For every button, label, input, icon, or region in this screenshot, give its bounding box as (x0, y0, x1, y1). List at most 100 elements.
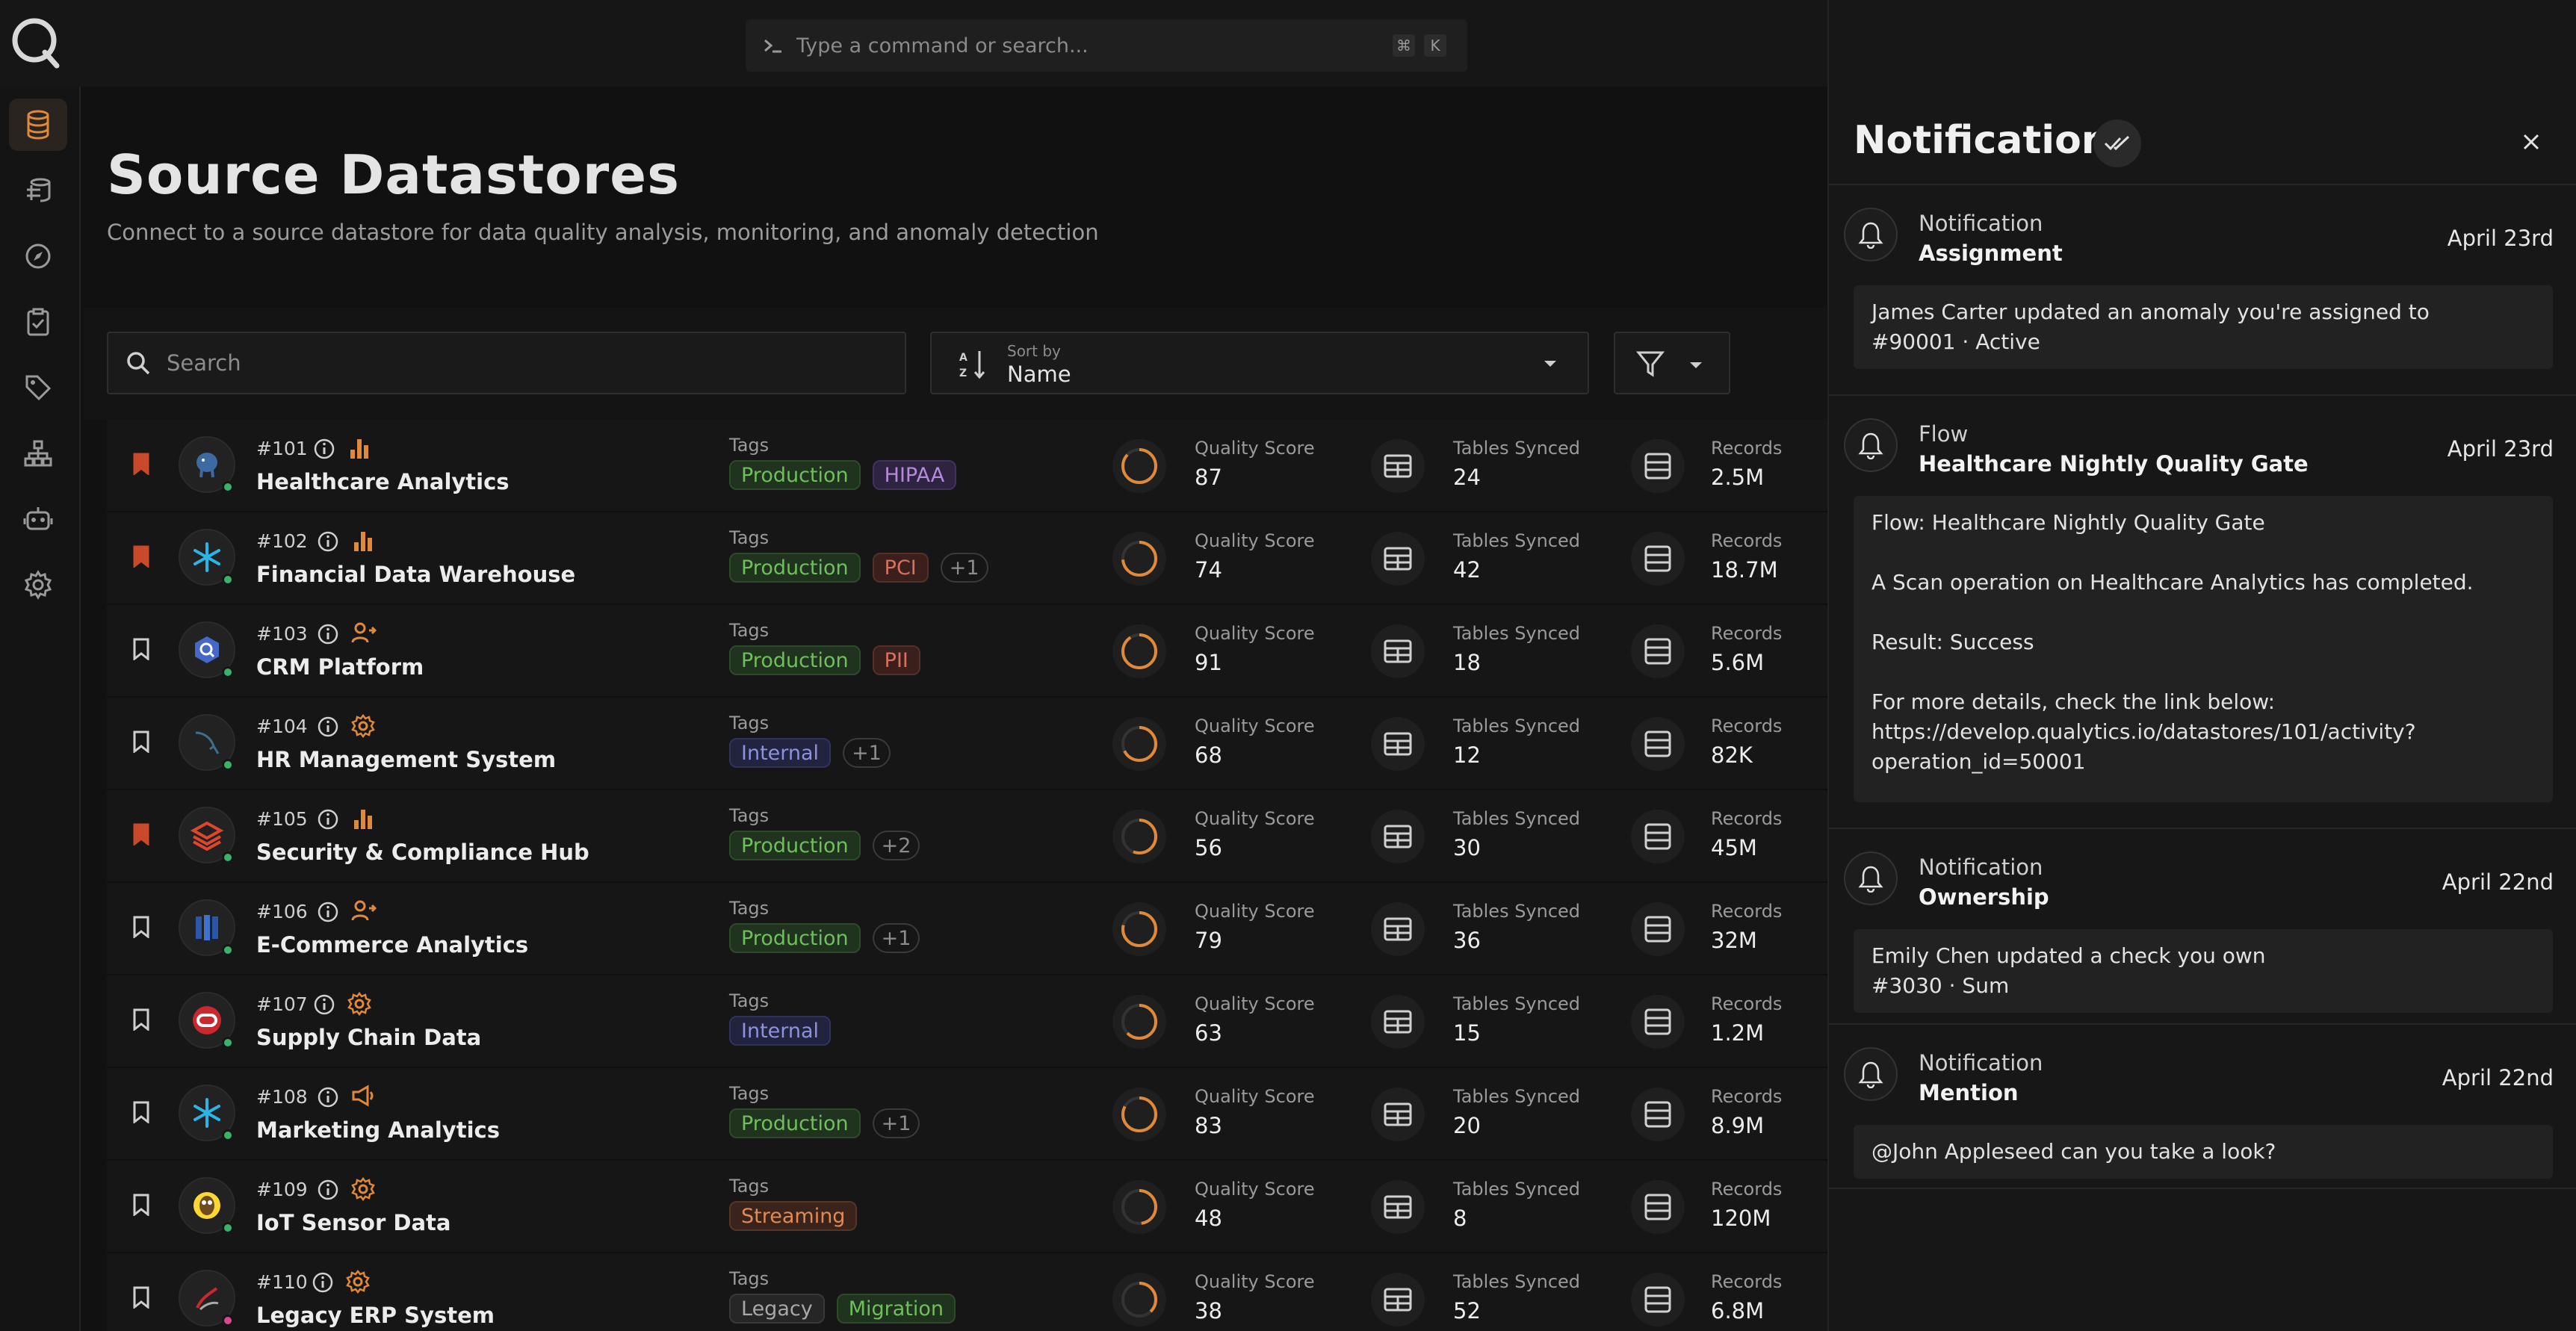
tables-synced-value: 18 (1453, 650, 1481, 675)
bookmark-icon[interactable] (132, 1008, 150, 1031)
datastore-row[interactable]: #106 E-Commerce Analytics Tags Productio… (107, 883, 1829, 975)
bookmark-icon[interactable] (132, 916, 150, 938)
info-icon[interactable] (317, 1086, 339, 1108)
quality-score-value: 68 (1195, 742, 1222, 768)
quality-score-label: Quality Score (1195, 808, 1315, 829)
tag-chip[interactable]: Production (729, 1108, 861, 1138)
sidebar-item-datastores[interactable] (9, 99, 67, 151)
sidebar-item-enrichment[interactable] (9, 164, 67, 217)
tag-chip[interactable]: +2 (872, 831, 920, 860)
bookmark-icon[interactable] (132, 823, 150, 846)
notification-item[interactable]: Notification Assignment April 23rd James… (1829, 185, 2576, 396)
tag-chip[interactable]: Internal (729, 738, 832, 768)
tag-chip[interactable]: Legacy (729, 1294, 825, 1324)
datastore-name[interactable]: IoT Sensor Data (256, 1210, 451, 1235)
datastore-name[interactable]: Marketing Analytics (256, 1117, 500, 1143)
bookmark-icon[interactable] (132, 1101, 150, 1123)
notification-date: April 23rd (2447, 226, 2554, 251)
datastore-name[interactable]: HR Management System (256, 747, 556, 772)
search-input[interactable]: Search (107, 332, 906, 394)
records-icon (1631, 902, 1685, 956)
tag-chip[interactable]: Production (729, 553, 861, 583)
info-icon[interactable] (313, 438, 335, 460)
tag-chip[interactable]: +1 (872, 923, 920, 953)
datastore-row[interactable]: #105 Security & Compliance Hub Tags Prod… (107, 790, 1829, 883)
chevron-down-icon (1690, 362, 1702, 368)
datastore-row[interactable]: #110 Legacy ERP System Tags Legacy Migrat… (107, 1253, 1829, 1331)
bookmark-icon[interactable] (132, 1286, 150, 1309)
info-icon[interactable] (317, 530, 339, 553)
gear-icon (24, 570, 52, 600)
datastore-row[interactable]: #101 Healthcare Analytics Tags Productio… (107, 420, 1829, 512)
tag-chip[interactable]: PCI (872, 553, 929, 583)
info-icon[interactable] (317, 1179, 339, 1201)
sidebar-item-tags[interactable] (9, 362, 67, 414)
tables-synced-label: Tables Synced (1453, 716, 1581, 736)
filter-button[interactable] (1614, 332, 1730, 394)
tables-synced-value: 20 (1453, 1113, 1481, 1138)
info-icon[interactable] (317, 901, 339, 923)
app-logo-icon[interactable] (9, 15, 63, 69)
records-value: 32M (1711, 928, 1757, 953)
bookmark-icon[interactable] (132, 545, 150, 568)
info-icon[interactable] (312, 1271, 334, 1294)
quality-score-label: Quality Score (1195, 1271, 1315, 1292)
datastore-name[interactable]: CRM Platform (256, 654, 424, 680)
tables-synced-value: 30 (1453, 835, 1481, 860)
info-icon[interactable] (313, 993, 335, 1016)
tables-synced-value: 24 (1453, 465, 1481, 490)
tag-chip[interactable]: HIPAA (872, 460, 957, 490)
sidebar-item-explore[interactable] (9, 230, 67, 282)
datastore-id: #102 (256, 530, 308, 552)
sort-select[interactable]: AZ Sort by Name (930, 332, 1589, 394)
tag-chip[interactable]: +1 (940, 553, 988, 583)
notification-item[interactable]: Notification Mention April 22nd @John Ap… (1829, 1025, 2576, 1189)
tag-chip[interactable]: Internal (729, 1016, 832, 1046)
tag-chip[interactable]: Migration (836, 1294, 956, 1324)
datastore-name[interactable]: Financial Data Warehouse (256, 562, 575, 587)
datastore-row[interactable]: #108 Marketing Analytics Tags Production… (107, 1068, 1829, 1161)
datastore-row[interactable]: #104 HR Management System Tags Internal +… (107, 698, 1829, 790)
svg-text:A: A (959, 352, 967, 364)
mark-all-read-button[interactable] (2093, 120, 2141, 167)
datastore-row[interactable]: #107 Supply Chain Data Tags Internal Qua… (107, 975, 1829, 1068)
notification-item[interactable]: Notification Ownership April 22nd Emily … (1829, 829, 2576, 1025)
tag-chip[interactable]: +1 (872, 1108, 920, 1138)
sort-value: Name (1007, 362, 1071, 387)
tag-chip[interactable]: Production (729, 645, 861, 675)
datastore-name[interactable]: Legacy ERP System (256, 1303, 495, 1328)
table-icon (1371, 902, 1425, 956)
tag-chip[interactable]: Streaming (729, 1201, 858, 1231)
close-panel-button[interactable] (2516, 127, 2546, 157)
datastore-name[interactable]: E-Commerce Analytics (256, 932, 528, 958)
datastore-row[interactable]: #102 Financial Data Warehouse Tags Produ… (107, 512, 1829, 605)
datastore-name[interactable]: Supply Chain Data (256, 1025, 481, 1050)
tag-chip[interactable]: Production (729, 460, 861, 490)
notification-type: Notification (1919, 854, 2043, 880)
notification-type: Notification (1919, 1050, 2043, 1076)
info-icon[interactable] (317, 623, 339, 645)
datastore-name[interactable]: Healthcare Analytics (256, 469, 510, 494)
command-search[interactable]: Type a command or search... ⌘ K (746, 19, 1467, 72)
datastore-row[interactable]: #109 IoT Sensor Data Tags Streaming Qual… (107, 1161, 1829, 1253)
info-icon[interactable] (317, 716, 339, 738)
bookmark-icon[interactable] (132, 638, 150, 660)
sidebar-item-checks[interactable] (9, 296, 67, 348)
info-icon[interactable] (317, 808, 339, 831)
tag-chip[interactable]: Production (729, 923, 861, 953)
sidebar-item-flows[interactable] (9, 427, 67, 480)
bookmark-icon[interactable] (132, 1194, 150, 1216)
notification-item[interactable]: Flow Healthcare Nightly Quality Gate Apr… (1829, 396, 2576, 829)
datastore-row[interactable]: #103 CRM Platform Tags Production PII Qua… (107, 605, 1829, 698)
bell-icon (1844, 851, 1898, 905)
bookmark-icon[interactable] (132, 730, 150, 753)
quality-score-value: 56 (1195, 835, 1222, 860)
tag-chip[interactable]: PII (872, 645, 920, 675)
sidebar-item-settings[interactable] (9, 559, 67, 611)
bookmark-icon[interactable] (132, 453, 150, 475)
datastore-name[interactable]: Security & Compliance Hub (256, 840, 589, 865)
tag-chip[interactable]: Production (729, 831, 861, 860)
sidebar-item-agents[interactable] (9, 493, 67, 545)
records-value: 1.2M (1711, 1020, 1765, 1046)
tag-chip[interactable]: +1 (843, 738, 891, 768)
